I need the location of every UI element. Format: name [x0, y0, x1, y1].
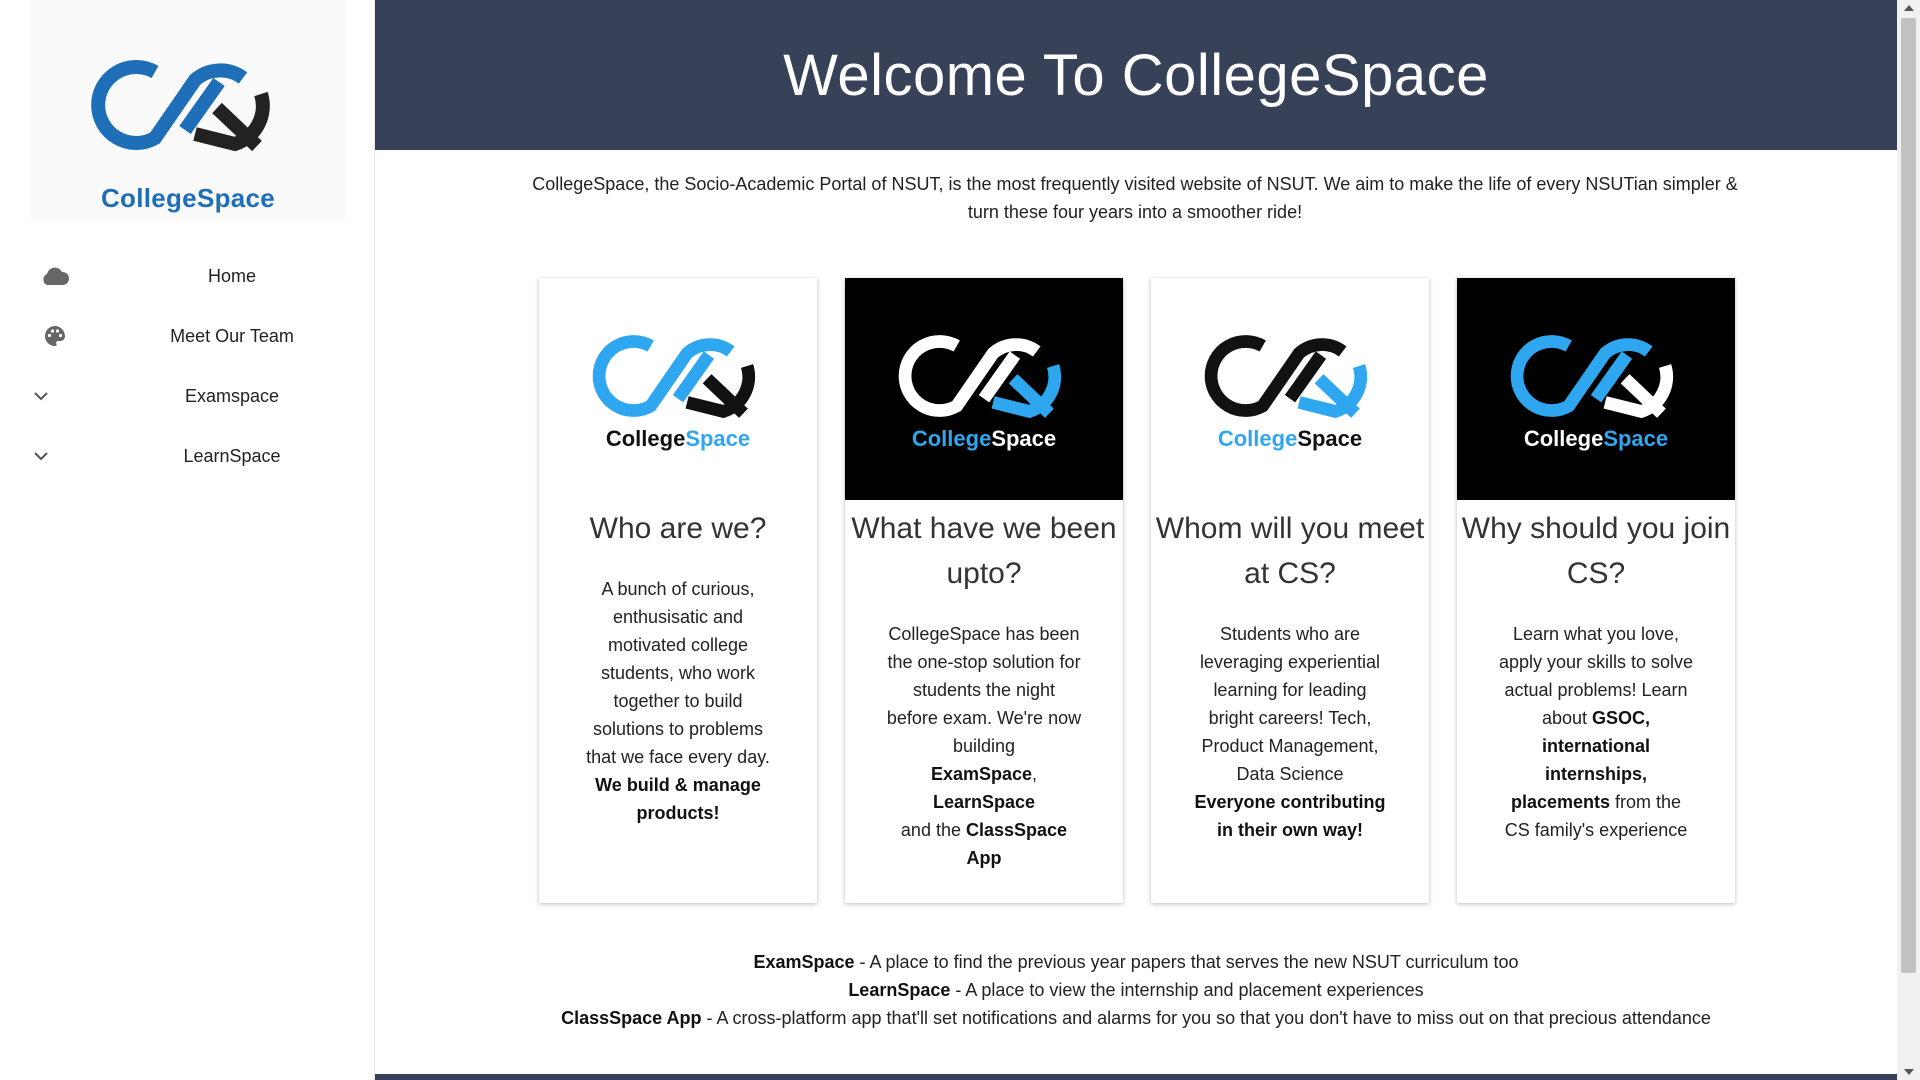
product-desc: - A place to find the previous year pape…: [854, 952, 1519, 972]
logo-text-part1: College: [911, 426, 992, 451]
logo-text-part1: College: [1523, 426, 1604, 451]
chevron-down-icon: [24, 384, 58, 408]
sidebar-item-label: Examspace: [184, 385, 280, 406]
chevron-down-icon: [24, 444, 58, 468]
product-name: LearnSpace: [848, 980, 951, 1000]
collegespace-logo-icon: [1204, 335, 1368, 419]
palette-icon: [38, 324, 72, 348]
card-text: CollegeSpace has been the one-stop solut…: [885, 620, 1083, 872]
page-title: Welcome To CollegeSpace: [783, 42, 1489, 108]
card-who-are-we: CollegeSpace Who are we? A bunch of curi…: [539, 278, 817, 903]
card-text: Students who are leveraging experiential…: [1191, 620, 1389, 844]
brand-name-part2: Space: [196, 183, 276, 213]
card-bold-classspace: ClassSpace App: [965, 820, 1068, 868]
card-logo-image: CollegeSpace: [539, 278, 817, 500]
card-logo-image: CollegeSpace: [1151, 278, 1429, 500]
brand-name-part1: College: [100, 183, 197, 213]
card-body-text: CollegeSpace has been the one-stop solut…: [886, 624, 1082, 756]
collegespace-logo-icon: [898, 335, 1062, 419]
logo-text-part2: Space: [685, 426, 751, 451]
sidebar-item-label: LearnSpace: [183, 445, 281, 466]
product-name: ExamSpace: [753, 952, 855, 972]
card-body-text: A bunch of curious, enthusisatic and mot…: [586, 579, 770, 767]
product-desc-examspace: ExamSpace - A place to find the previous…: [375, 948, 1897, 976]
card-title: Why should you join CS?: [1461, 512, 1731, 590]
cards-grid: CollegeSpace Who are we? A bunch of curi…: [539, 278, 1739, 903]
card-why-should-you-join: CollegeSpace Why should you join CS? Lea…: [1457, 278, 1735, 903]
scroll-down-arrow-icon[interactable]: [1904, 1069, 1914, 1075]
logo-text-part2: Space: [991, 426, 1057, 451]
logo-text-part1: College: [1217, 426, 1298, 451]
sidebar-item-label: Home: [207, 265, 256, 286]
card-bold-text: We build & manage products!: [595, 775, 761, 823]
card-title: What have we been upto?: [851, 512, 1117, 590]
sidebar-item-label: Meet Our Team: [170, 325, 294, 346]
card-text: A bunch of curious, enthusisatic and mot…: [579, 575, 777, 827]
cloud-icon: [38, 264, 72, 288]
vertical-scrollbar[interactable]: [1897, 0, 1920, 1080]
collegespace-logo-icon: [1510, 335, 1674, 419]
card-logo-image: CollegeSpace: [1457, 278, 1735, 500]
scrollbar-thumb[interactable]: [1901, 18, 1916, 973]
card-what-have-we-been-upto: CollegeSpace What have we been upto? Col…: [845, 278, 1123, 903]
collegespace-logo-icon: [592, 335, 756, 419]
logo-text-part1: College: [605, 426, 686, 451]
sidebar-item-home[interactable]: Home: [0, 246, 374, 306]
card-text: Learn what you love, apply your skills t…: [1497, 620, 1695, 844]
card-bold-examspace: ExamSpace: [930, 764, 1033, 784]
brand-logo[interactable]: CollegeSpace: [30, 0, 346, 222]
product-name: ClassSpace App: [561, 1008, 702, 1028]
card-title: Whom will you meet at CS?: [1155, 512, 1425, 590]
sidebar-nav: Home Meet Our Team Examspace LearnSpace: [0, 246, 374, 486]
card-logo-image: CollegeSpace: [845, 278, 1123, 500]
card-logo-text: CollegeSpace: [845, 426, 1123, 452]
card-separator: ,: [1032, 764, 1038, 784]
product-desc: - A cross-platform app that'll set notif…: [701, 1008, 1711, 1028]
card-logo-text: CollegeSpace: [1151, 426, 1429, 452]
card-whom-will-you-meet: CollegeSpace Whom will you meet at CS? S…: [1151, 278, 1429, 903]
card-and-text: and the: [900, 820, 966, 840]
sidebar-item-meet-our-team[interactable]: Meet Our Team: [0, 306, 374, 366]
logo-text-part2: Space: [1297, 426, 1363, 451]
collegespace-logo-icon: [91, 60, 270, 152]
product-desc: - A place to view the internship and pla…: [950, 980, 1424, 1000]
card-logo-text: CollegeSpace: [539, 426, 817, 452]
main-content: Welcome To CollegeSpace CollegeSpace, th…: [375, 0, 1897, 1080]
hero-banner: Welcome To CollegeSpace: [375, 0, 1897, 150]
card-body-text: Students who are leveraging experiential…: [1199, 624, 1381, 784]
logo-text-part2: Space: [1603, 426, 1669, 451]
sidebar: CollegeSpace Home Meet Our Team Examspac…: [0, 0, 375, 1080]
product-desc-classspace: ClassSpace App - A cross-platform app th…: [375, 1004, 1897, 1032]
bottom-bar: [375, 1074, 1897, 1080]
product-desc-learnspace: LearnSpace - A place to view the interns…: [375, 976, 1897, 1004]
intro-text: CollegeSpace, the Socio-Academic Portal …: [532, 174, 1738, 222]
sidebar-item-learnspace[interactable]: LearnSpace: [0, 426, 374, 486]
card-bold-text: Everyone contributing in their own way!: [1194, 792, 1386, 840]
card-bold-learnspace: LearnSpace: [932, 792, 1036, 812]
card-title: Who are we?: [589, 512, 767, 545]
brand-name: CollegeSpace: [30, 183, 346, 214]
card-logo-text: CollegeSpace: [1457, 426, 1735, 452]
scroll-up-arrow-icon[interactable]: [1904, 5, 1914, 11]
product-descriptions: ExamSpace - A place to find the previous…: [375, 948, 1897, 1032]
sidebar-item-examspace[interactable]: Examspace: [0, 366, 374, 426]
